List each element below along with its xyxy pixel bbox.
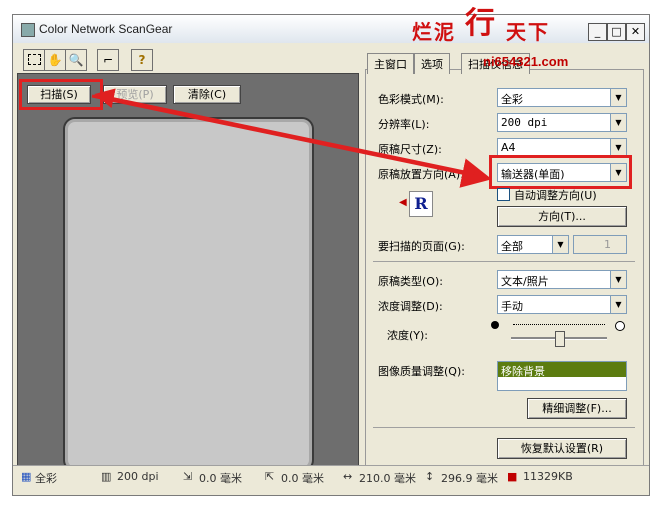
scangear-window: Color Network ScanGear _ □ ✕ ✋ 🔍 ⌐ ? 扫描(…	[12, 14, 650, 496]
status-color-icon: ▦	[21, 470, 32, 483]
pages-select[interactable]: 全部 ▼	[497, 235, 569, 254]
watermark-char: 泥	[434, 20, 456, 44]
density-label: 浓度(Y):	[387, 329, 429, 342]
divider	[373, 261, 635, 262]
density-max-dot	[615, 321, 625, 331]
resolution-value: 200 dpi	[501, 116, 548, 129]
density-min-dot	[491, 321, 499, 329]
chevron-down-icon: ▼	[610, 139, 626, 156]
watermark-char: 下	[527, 20, 550, 44]
original-size-value: A4	[501, 141, 516, 154]
preview-button[interactable]: 预览(P)	[103, 85, 167, 104]
resolution-label: 分辨率(L):	[378, 118, 430, 131]
color-mode-value: 全彩	[501, 93, 523, 106]
hand-tool-icon[interactable]: ✋	[44, 49, 66, 71]
color-mode-label: 色彩模式(M):	[378, 93, 444, 106]
feed-arrow-icon: ◀	[399, 197, 407, 208]
original-type-select[interactable]: 文本/照片 ▼	[497, 270, 627, 289]
pages-value: 全部	[501, 240, 523, 253]
fine-tune-button[interactable]: 精细调整(F)...	[527, 398, 627, 419]
status-resolution-icon: ▥	[101, 470, 112, 483]
watermark-char: 烂	[412, 20, 434, 44]
window-title: Color Network ScanGear	[39, 22, 173, 36]
tab-main[interactable]: 主窗口	[367, 53, 414, 74]
image-quality-label: 图像质量调整(Q):	[378, 365, 465, 378]
crop-tool-icon[interactable]: ⌐	[97, 49, 119, 71]
status-height-icon: ↕	[425, 470, 435, 483]
pages-spinner: 1	[573, 235, 627, 254]
image-quality-item[interactable]: 移除背景	[498, 362, 626, 378]
tab-options[interactable]: 选项	[414, 53, 450, 74]
close-button[interactable]: ✕	[626, 23, 645, 41]
pages-spin-value: 1	[604, 238, 611, 251]
direction-button[interactable]: 方向(T)...	[497, 206, 627, 227]
density-adjust-label: 浓度调整(D):	[378, 300, 443, 313]
chevron-down-icon: ▼	[610, 296, 626, 313]
density-slider-thumb[interactable]	[555, 331, 565, 347]
density-slider-ticks	[513, 324, 605, 329]
auto-orient-checkbox[interactable]	[497, 188, 510, 201]
restore-defaults-button[interactable]: 恢复默认设置(R)	[497, 438, 627, 459]
divider	[373, 427, 635, 428]
auto-orient-label: 自动调整方向(U)	[514, 189, 597, 202]
minimize-button[interactable]: _	[588, 23, 607, 41]
status-size: 11329KB	[523, 470, 573, 483]
pages-label: 要扫描的页面(G):	[378, 240, 465, 253]
select-tool-icon[interactable]	[23, 49, 45, 71]
original-type-value: 文本/照片	[501, 275, 549, 288]
status-width-icon: ↔	[343, 470, 353, 483]
color-mode-select[interactable]: 全彩 ▼	[497, 88, 627, 107]
chevron-down-icon: ▼	[610, 271, 626, 288]
orientation-label: 原稿放置方向(A):	[378, 168, 464, 181]
zoom-tool-icon[interactable]: 🔍	[65, 49, 87, 71]
watermark-char: 天	[505, 20, 528, 44]
status-color: 全彩	[35, 472, 57, 485]
status-resolution: 200 dpi	[117, 470, 159, 483]
orientation-preview-icon: R	[409, 191, 433, 217]
title-bar: Color Network ScanGear _ □ ✕	[13, 15, 649, 43]
status-y-icon: ⇱	[265, 470, 275, 483]
density-adjust-value: 手动	[501, 300, 523, 313]
app-icon	[21, 23, 35, 37]
maximize-button[interactable]: □	[607, 23, 626, 41]
status-size-icon: ■	[507, 470, 518, 483]
clear-button[interactable]: 清除(C)	[173, 85, 241, 104]
chevron-down-icon: ▼	[610, 89, 626, 106]
status-height: 296.9 毫米	[441, 472, 498, 485]
watermark-char: 行	[464, 6, 497, 41]
page-preview-canvas[interactable]	[65, 119, 312, 470]
resolution-select[interactable]: 200 dpi ▼	[497, 113, 627, 132]
image-quality-list[interactable]: 移除背景	[497, 361, 627, 391]
chevron-down-icon: ▼	[610, 114, 626, 131]
original-size-label: 原稿尺寸(Z):	[378, 143, 442, 156]
chevron-down-icon: ▼	[552, 236, 568, 253]
status-x-icon: ⇲	[183, 470, 193, 483]
status-y: 0.0 毫米	[281, 472, 324, 485]
status-x: 0.0 毫米	[199, 472, 242, 485]
help-icon[interactable]: ?	[131, 49, 153, 71]
density-adjust-select[interactable]: 手动 ▼	[497, 295, 627, 314]
scan-button-highlight	[19, 79, 103, 110]
original-type-label: 原稿类型(O):	[378, 275, 443, 288]
watermark-text: 烂泥 行 天下	[412, 4, 550, 48]
watermark-url: ni654321.com	[483, 54, 569, 69]
orientation-highlight	[489, 155, 632, 189]
status-width: 210.0 毫米	[359, 472, 416, 485]
orientation-glyph: R	[414, 194, 428, 213]
